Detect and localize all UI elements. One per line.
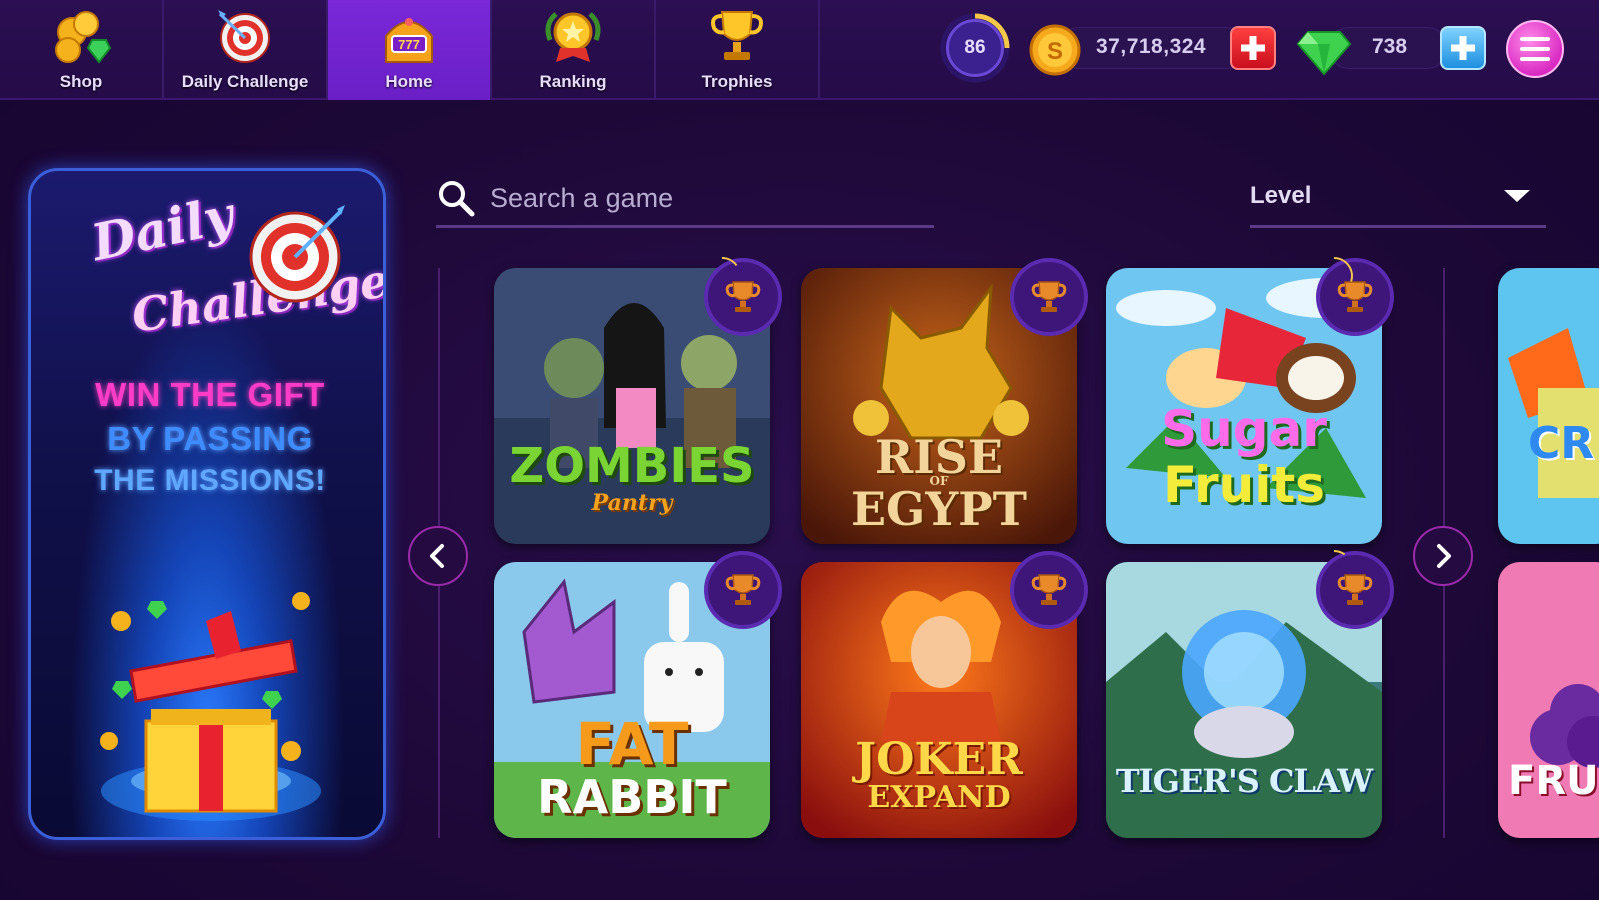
coin-balance: 37,718,324	[1096, 35, 1207, 58]
progress-arc	[721, 257, 738, 267]
search-icon	[439, 181, 475, 217]
trophy-icon	[711, 11, 763, 60]
target-icon	[249, 205, 345, 303]
game-title-line2: RABBIT	[537, 770, 727, 824]
trophy-icon	[1031, 574, 1067, 605]
hamburger-icon	[1520, 47, 1550, 51]
game-title-line2: EXPAND	[867, 780, 1011, 815]
top-bar: Shop Daily Challenge 777 Home Ranking Tr…	[0, 0, 1599, 100]
hamburger-icon	[1520, 57, 1550, 61]
coins-gem-icon	[55, 11, 112, 64]
game-lobby: Shop Daily Challenge 777 Home Ranking Tr…	[0, 0, 1599, 900]
game-card-partial-bottom[interactable]: FRU	[1498, 562, 1599, 838]
game-title: FAT	[575, 710, 689, 778]
trophy-progress-badge[interactable]	[704, 551, 782, 629]
trophy-icon	[1031, 281, 1067, 312]
daily-challenge-banner[interactable]: Daily Challenge WIN THE GIFT BY PASSING …	[28, 168, 386, 840]
game-title: FRU	[1508, 758, 1599, 804]
chevron-right-icon	[1437, 544, 1451, 568]
tab-shop[interactable]: Shop	[0, 0, 164, 100]
player-level-badge[interactable]: 86	[946, 19, 1004, 77]
carousel-prev-button[interactable]	[408, 526, 468, 586]
game-search	[436, 172, 934, 228]
tab-ranking[interactable]: Ranking	[492, 0, 656, 100]
trophy-progress-badge[interactable]	[704, 257, 782, 336]
search-input[interactable]	[490, 180, 910, 216]
game-subtitle: Pantry	[591, 490, 673, 516]
hamburger-icon	[1520, 37, 1550, 41]
trophy-progress-badge[interactable]	[1316, 550, 1394, 629]
trophy-progress-badge[interactable]	[1316, 257, 1394, 336]
trophy-icon	[725, 574, 761, 605]
game-title-line2: EGYPT	[850, 482, 1027, 536]
add-gems-button[interactable]	[1440, 26, 1486, 70]
banner-title-daily: Daily	[86, 184, 239, 273]
progress-arc	[1333, 550, 1346, 556]
game-title: TIGER'S CLAW	[1115, 762, 1373, 800]
tab-home-label: Home	[385, 72, 433, 91]
add-coins-button[interactable]	[1230, 26, 1276, 70]
banner-line-win-the-gift: WIN THE GIFT	[95, 376, 325, 413]
svg-text:S: S	[1047, 38, 1063, 65]
tab-daily-challenge[interactable]: Daily Challenge	[164, 0, 328, 100]
tab-daily-challenge-label: Daily Challenge	[181, 72, 309, 91]
tab-shop-label: Shop	[59, 72, 103, 91]
tab-ranking-label: Ranking	[539, 72, 607, 91]
svg-text:777: 777	[398, 37, 420, 52]
menu-button[interactable]	[1506, 20, 1564, 78]
progress-arc	[1333, 257, 1353, 282]
target-icon	[218, 10, 270, 63]
gem-icon	[1296, 31, 1352, 76]
level-filter-dropdown[interactable]: Level	[1250, 172, 1546, 228]
gem-balance: 738	[1372, 35, 1408, 58]
tab-home[interactable]: 777 Home	[328, 0, 492, 100]
chevron-down-icon	[1504, 190, 1530, 202]
tab-trophies-label: Trophies	[701, 72, 773, 91]
medal-icon	[545, 12, 601, 62]
game-title: JOKER	[855, 734, 1023, 785]
game-card-partial-top[interactable]: CR	[1498, 268, 1599, 544]
level-filter-value: Level	[1250, 182, 1312, 209]
banner-line-the-missions: THE MISSIONS!	[94, 464, 326, 497]
coin-icon: S	[1029, 24, 1081, 76]
trophy-progress-badge[interactable]	[1010, 551, 1088, 629]
gift-box-icon	[100, 592, 321, 821]
tab-trophies[interactable]: Trophies	[656, 0, 820, 100]
game-title-line2: Fruits	[1162, 456, 1325, 514]
chevron-left-icon	[430, 544, 444, 568]
game-title: CR	[1528, 418, 1595, 469]
partial-top-artwork	[1498, 268, 1599, 544]
game-title: ZOMBIES	[509, 438, 755, 494]
trophy-progress-badge[interactable]	[1010, 258, 1088, 336]
slot-machine-icon: 777	[385, 18, 433, 63]
carousel-next-button[interactable]	[1413, 526, 1473, 586]
game-title: Sugar	[1161, 400, 1327, 458]
main-nav: Shop Daily Challenge 777 Home Ranking Tr…	[0, 0, 820, 100]
banner-line-by-passing: BY PASSING	[107, 420, 313, 457]
